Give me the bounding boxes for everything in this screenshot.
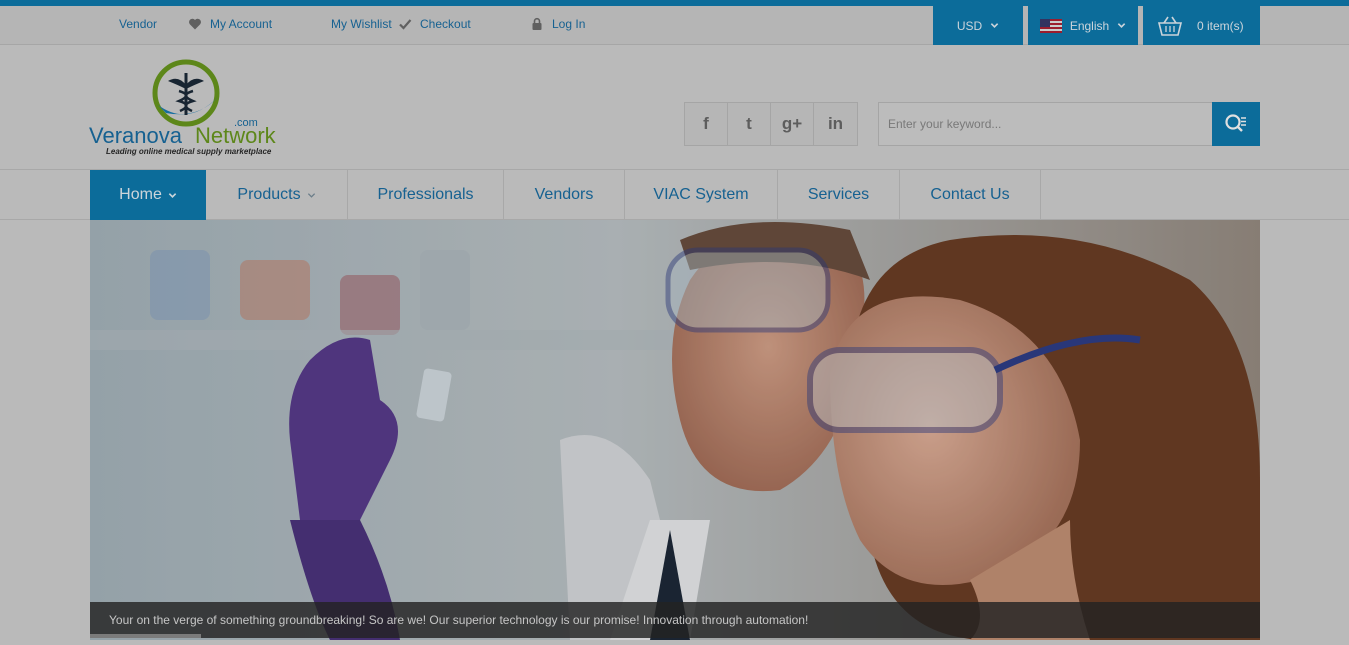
nav-item-label: Professionals	[377, 186, 474, 203]
nav-item-vendors[interactable]: Vendors	[504, 170, 625, 220]
google-plus-icon[interactable]: g+	[771, 103, 814, 145]
facebook-icon[interactable]: f	[685, 103, 728, 145]
chevron-down-icon	[990, 23, 999, 28]
linkedin-icon[interactable]: in	[814, 103, 857, 145]
nav-item-professionals[interactable]: Professionals	[348, 170, 504, 220]
search-icon	[1225, 114, 1246, 132]
currency-label: USD	[956, 18, 983, 33]
log-in-label: Log In	[552, 17, 586, 31]
nav-item-label: Services	[807, 186, 870, 203]
logo-name-part2: Network	[195, 123, 277, 148]
check-icon	[398, 17, 412, 31]
us-flag-icon	[1039, 18, 1062, 33]
search-button[interactable]	[1212, 102, 1260, 146]
hero-caption: Your on the verge of something groundbre…	[90, 602, 1260, 638]
nav-item-services[interactable]: Services	[778, 170, 900, 220]
heart-icon	[188, 17, 202, 31]
checkout-link[interactable]: Checkout	[398, 17, 471, 31]
hero-image	[90, 220, 1260, 640]
my-account-label: My Account	[210, 17, 273, 31]
nav-item-contact-us[interactable]: Contact Us	[900, 170, 1041, 220]
nav-item-label: VIAC System	[653, 186, 749, 203]
shopping-basket-icon	[1157, 16, 1183, 36]
nav-item-label: Home	[119, 186, 162, 203]
my-wishlist-link[interactable]: My Wishlist	[331, 17, 392, 31]
twitter-icon[interactable]: t	[728, 103, 771, 145]
veranova-network-logo[interactable]: .com Veranova Network Leading online med…	[88, 55, 298, 160]
log-in-link[interactable]: Log In	[530, 17, 585, 31]
chevron-down-icon	[1117, 23, 1126, 28]
chevron-down-icon	[307, 192, 315, 198]
cart-count: 0 item(s)	[1197, 18, 1244, 33]
nav-item-label: Vendors	[534, 186, 594, 203]
lock-icon	[530, 17, 544, 31]
main-nav: Home Products Professionals Vendors VIAC…	[0, 170, 1349, 220]
nav-item-label: Contact Us	[930, 186, 1010, 203]
language-label: English	[1069, 18, 1110, 33]
search-bar	[878, 102, 1260, 146]
language-selector[interactable]: English	[1028, 6, 1138, 45]
cart-button[interactable]: 0 item(s)	[1143, 6, 1260, 45]
site-header: .com Veranova Network Leading online med…	[0, 45, 1349, 170]
chevron-down-icon	[168, 192, 177, 198]
nav-item-products[interactable]: Products	[206, 170, 348, 220]
currency-selector[interactable]: USD	[933, 6, 1023, 45]
nav-item-viac-system[interactable]: VIAC System	[625, 170, 778, 220]
nav-item-home[interactable]: Home	[90, 170, 206, 220]
slide-progress-bar	[90, 634, 201, 638]
vendor-link[interactable]: Vendor	[119, 17, 157, 31]
search-input[interactable]	[878, 102, 1213, 146]
logo-tagline: Leading online medical supply marketplac…	[106, 147, 272, 156]
nav-item-label: Products	[237, 186, 301, 203]
social-links: f t g+ in	[684, 102, 858, 146]
my-account-link[interactable]: My Account	[188, 17, 272, 31]
logo-name-part1: Veranova	[89, 123, 183, 148]
hero-slider[interactable]: Your on the verge of something groundbre…	[90, 220, 1260, 640]
checkout-label: Checkout	[420, 17, 471, 31]
